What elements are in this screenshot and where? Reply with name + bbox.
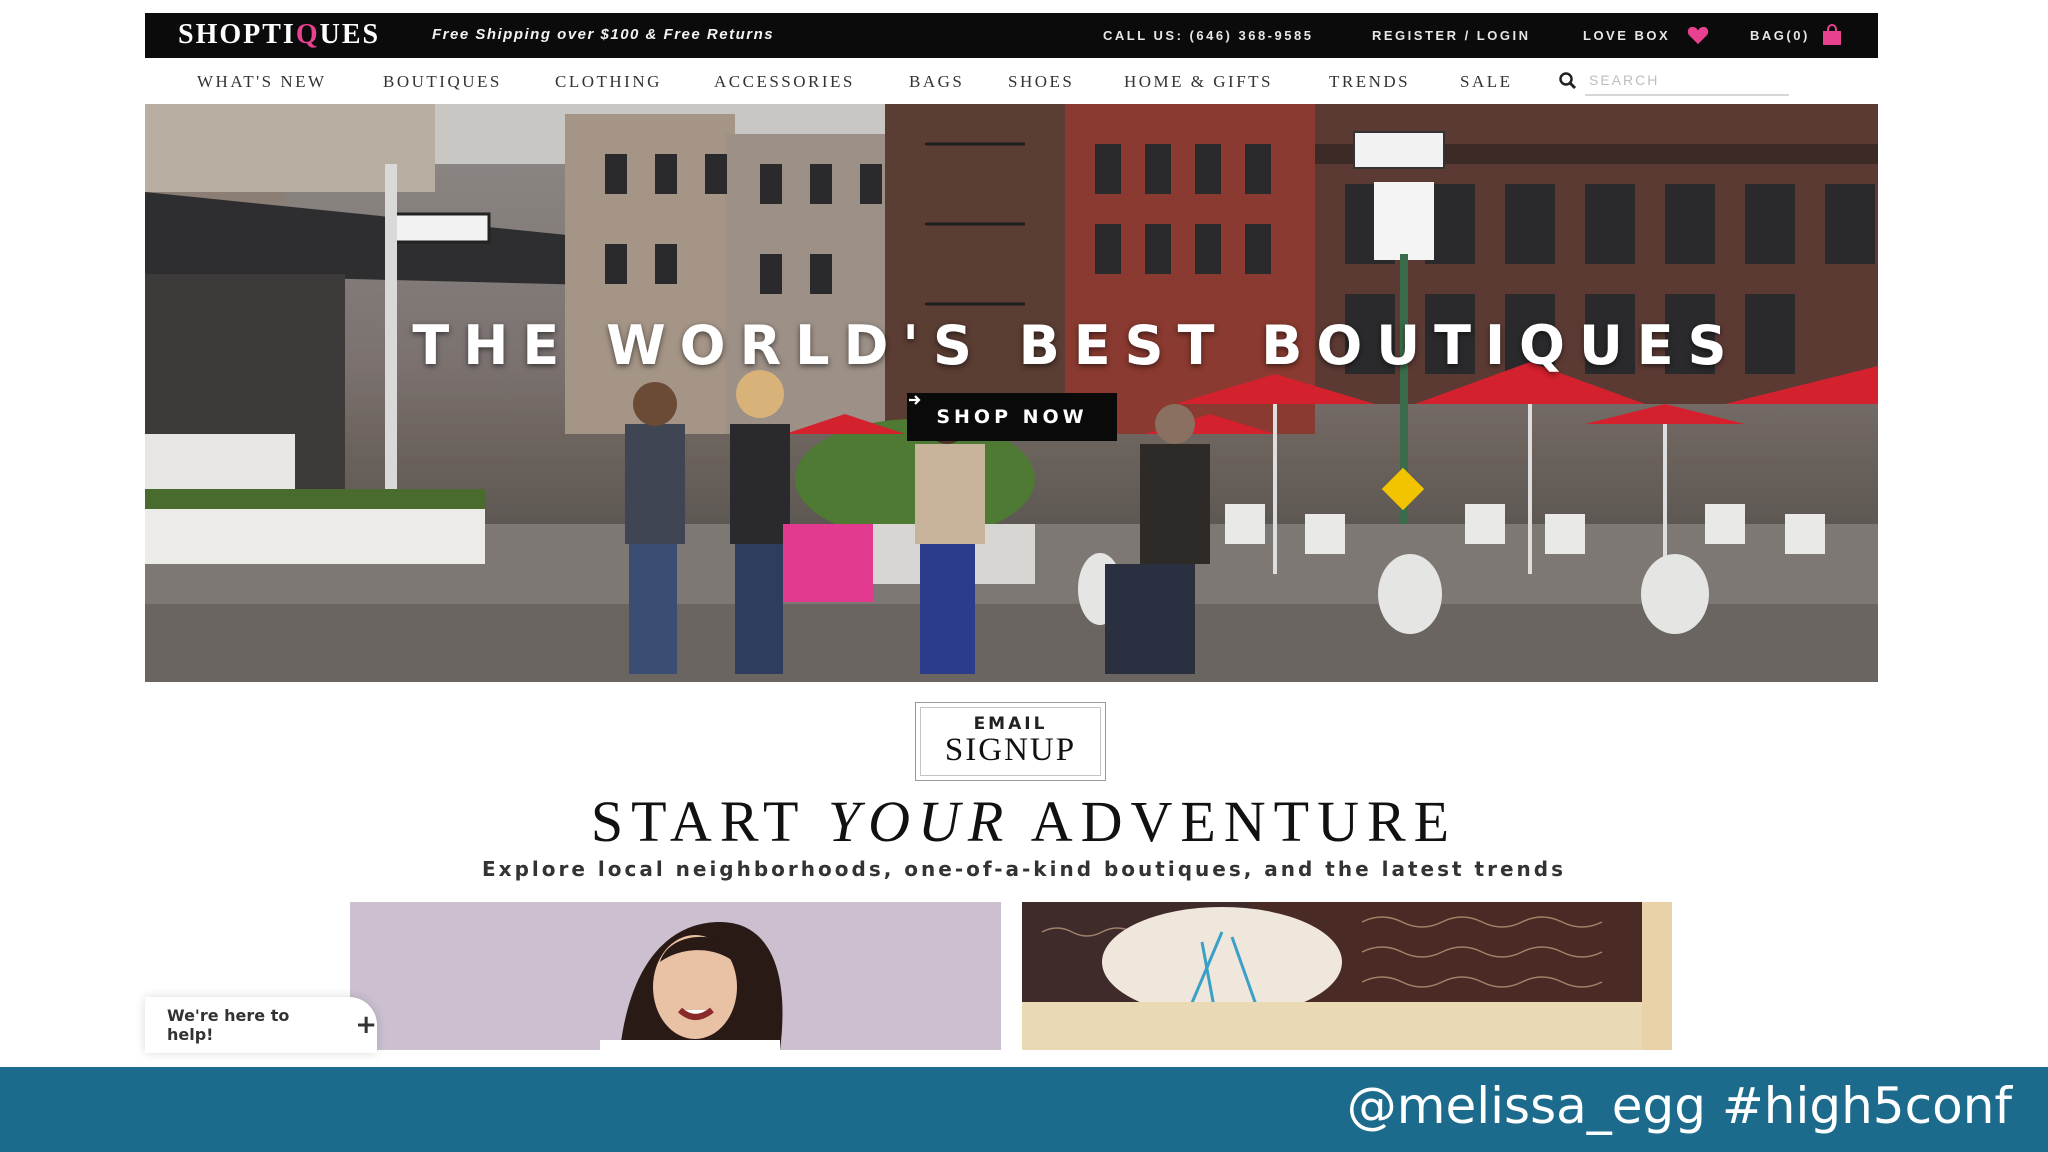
logo-text-start: SHOPTI [178, 19, 296, 50]
model-photo [350, 902, 1001, 1050]
hero-banner: THE WORLD'S BEST BOUTIQUES SHOP NOW [145, 104, 1878, 682]
search-input[interactable] [1585, 66, 1789, 96]
email-signup-badge[interactable]: EMAIL SIGNUP [915, 702, 1106, 781]
adventure-heading-end: ADVENTURE [1030, 789, 1458, 854]
arrow-right-icon [909, 395, 921, 405]
shop-now-label: SHOP NOW [936, 406, 1088, 428]
register-login-link[interactable]: REGISTER / LOGIN [1372, 28, 1530, 43]
conference-footer-band: @melissa_egg #high5conf [0, 1067, 2048, 1152]
help-label: We're here to help! [167, 1006, 290, 1044]
signup-small-label: EMAIL [973, 714, 1048, 734]
shop-now-button[interactable]: SHOP NOW [907, 393, 1117, 441]
logo-text-end: UES [319, 19, 381, 50]
nav-whats-new[interactable]: WHAT'S NEW [197, 72, 327, 92]
adventure-subtitle: Explore local neighborhoods, one-of-a-ki… [482, 857, 1566, 881]
feature-tile-boutique[interactable] [1022, 902, 1672, 1050]
call-us-text: CALL US: (646) 368-9585 [1103, 28, 1314, 43]
adventure-heading: START YOUR ADVENTURE [0, 788, 2048, 855]
adventure-heading-italic: YOUR [827, 789, 1012, 854]
bag-link[interactable]: BAG(0) [1750, 28, 1810, 43]
top-bar: SHOPTIQUES Free Shipping over $100 & Fre… [145, 13, 1878, 58]
adventure-heading-start: START [590, 789, 806, 854]
search-icon[interactable] [1558, 71, 1578, 91]
nav-trends[interactable]: TRENDS [1329, 72, 1410, 92]
nav-sale[interactable]: SALE [1460, 72, 1513, 92]
feature-tile-fashion[interactable] [350, 902, 1001, 1050]
site-logo[interactable]: SHOPTIQUES [178, 19, 380, 51]
nav-home-gifts[interactable]: HOME & GIFTS [1124, 72, 1273, 92]
nav-boutiques[interactable]: BOUTIQUES [383, 72, 502, 92]
plus-icon[interactable]: + [355, 1010, 377, 1040]
nav-bags[interactable]: BAGS [909, 72, 964, 92]
conference-handle: @melissa_egg #high5conf [1346, 1077, 2012, 1135]
nav-accessories[interactable]: ACCESSORIES [714, 72, 855, 92]
boutique-interior-photo [1022, 902, 1672, 1050]
heart-icon[interactable] [1687, 25, 1709, 45]
main-navigation: WHAT'S NEW BOUTIQUES CLOTHING ACCESSORIE… [145, 58, 1878, 104]
hero-title: THE WORLD'S BEST BOUTIQUES [412, 314, 1741, 377]
signup-big-label: SIGNUP [944, 732, 1077, 768]
help-chat-widget[interactable]: We're here to help! + [145, 997, 377, 1053]
nav-clothing[interactable]: CLOTHING [555, 72, 662, 92]
shipping-promo: Free Shipping over $100 & Free Returns [432, 26, 775, 43]
nav-shoes[interactable]: SHOES [1008, 72, 1074, 92]
shopping-bag-icon[interactable] [1821, 24, 1843, 46]
love-box-link[interactable]: LOVE BOX [1583, 28, 1670, 43]
logo-accent-letter: Q [295, 19, 320, 50]
